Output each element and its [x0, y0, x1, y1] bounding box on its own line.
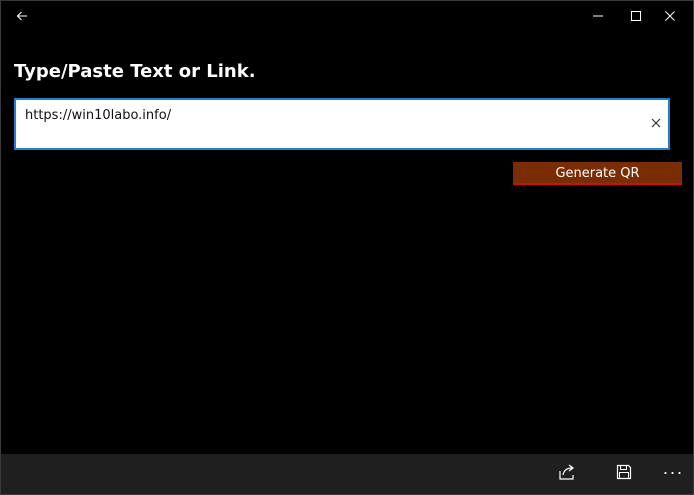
floppy-save-icon [616, 464, 632, 485]
back-arrow-icon [16, 10, 28, 22]
bottom-command-bar: ··· [1, 454, 693, 494]
save-button[interactable] [604, 454, 644, 494]
minimize-icon [593, 11, 603, 21]
close-window-button[interactable] [647, 1, 693, 31]
page-heading: Type/Paste Text or Link. [14, 61, 256, 82]
title-bar [1, 1, 693, 31]
close-icon [665, 11, 675, 21]
generate-qr-button[interactable]: Generate QR [513, 162, 682, 185]
more-ellipsis-icon: ··· [662, 462, 684, 482]
app-window: Type/Paste Text or Link. Generate QR [0, 0, 694, 495]
share-button[interactable] [547, 454, 587, 494]
back-button[interactable] [1, 1, 43, 31]
share-icon [558, 463, 576, 486]
clear-input-button[interactable] [646, 114, 666, 134]
text-link-input[interactable] [25, 105, 625, 127]
text-input-box[interactable] [14, 98, 670, 150]
clear-x-icon [651, 115, 661, 133]
more-options-button[interactable]: ··· [653, 454, 693, 494]
maximize-icon [631, 11, 641, 21]
